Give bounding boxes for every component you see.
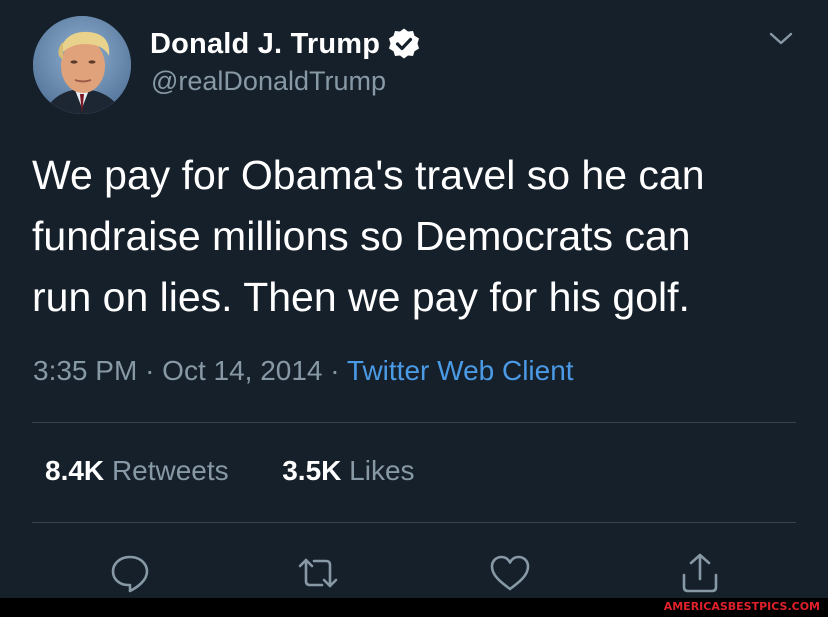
tweet-text-line: fundraise millions so Democrats can [32, 213, 691, 259]
tweet-card: Donald J. Trump @realDonaldTrump We pay … [0, 0, 828, 598]
author-handle[interactable]: @realDonaldTrump [151, 66, 386, 97]
likes-stat[interactable]: 3.5K Likes [282, 455, 414, 486]
divider [32, 522, 796, 523]
tweet-text: We pay for Obama's travel so he can fund… [32, 145, 812, 328]
tweet-date[interactable]: Oct 14, 2014 [162, 355, 322, 386]
like-icon[interactable] [488, 551, 532, 595]
share-icon[interactable] [678, 551, 722, 595]
chevron-down-icon[interactable] [766, 28, 796, 50]
retweets-count: 8.4K [45, 455, 105, 486]
author-display-name[interactable]: Donald J. Trump [150, 28, 380, 61]
reply-icon[interactable] [108, 551, 152, 595]
watermark-bar: AMERICASBESTPICS.COM [0, 598, 828, 617]
avatar[interactable] [33, 16, 131, 114]
tweet-stats: 8.4K Retweets 3.5K Likes [45, 455, 415, 487]
tweet-meta: 3:35 PM · Oct 14, 2014 · Twitter Web Cli… [33, 355, 574, 387]
author-name-row[interactable]: Donald J. Trump [150, 24, 421, 64]
likes-count: 3.5K [282, 455, 342, 486]
verified-badge-icon [387, 27, 421, 61]
retweet-icon[interactable] [296, 551, 340, 595]
watermark-text: AMERICASBESTPICS.COM [663, 600, 820, 613]
retweets-stat[interactable]: 8.4K Retweets [45, 455, 236, 486]
meta-separator: · [330, 355, 340, 386]
retweets-label: Retweets [111, 455, 229, 486]
avatar-portrait-image [33, 16, 131, 114]
tweet-client-link[interactable]: Twitter Web Client [347, 355, 574, 386]
tweet-text-line: We pay for Obama's travel so he can [32, 152, 705, 198]
tweet-time[interactable]: 3:35 PM [33, 355, 137, 386]
tweet-text-line: run on lies. Then we pay for his golf. [32, 274, 690, 320]
likes-label: Likes [349, 455, 415, 486]
meta-separator: · [145, 355, 155, 386]
divider [32, 422, 796, 423]
